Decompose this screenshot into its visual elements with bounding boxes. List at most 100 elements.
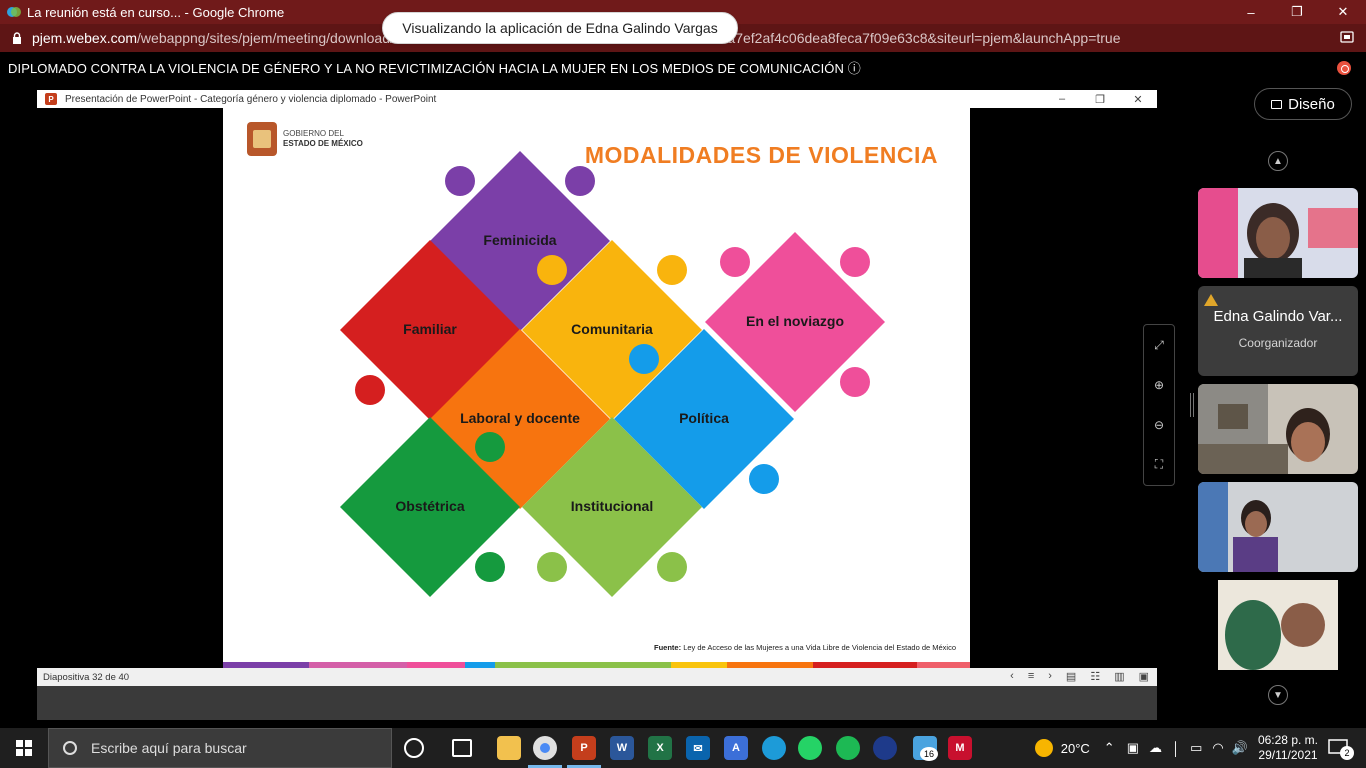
ppt-window-title: Presentación de PowerPoint - Categoría g… xyxy=(65,93,437,105)
puzzle-diagram: Feminicida Familiar Comunitaria En el novia… xyxy=(340,151,885,597)
app-count-badge: 16 xyxy=(920,747,938,761)
lock-icon xyxy=(13,32,21,44)
wifi-icon[interactable]: ◠ xyxy=(1212,740,1223,756)
slide-source: Fuente: Ley de Acceso de las Mujeres a u… xyxy=(654,643,956,652)
participant-4-video-icon xyxy=(1198,482,1358,572)
notes-icon[interactable]: ≡ xyxy=(1028,670,1034,683)
warning-icon xyxy=(1204,294,1218,306)
participant-video-1[interactable] xyxy=(1198,188,1358,278)
layout-button[interactable]: Diseño xyxy=(1254,88,1352,120)
cast-icon[interactable] xyxy=(1340,31,1354,43)
search-icon xyxy=(63,741,77,755)
scroll-down-icon[interactable]: ▼ xyxy=(1268,685,1288,705)
volume-icon[interactable]: 🔊 xyxy=(1232,740,1248,756)
puzzle-piece-label: Laboral y docente xyxy=(460,410,580,426)
windows-start-icon[interactable] xyxy=(0,728,48,768)
battery-icon[interactable]: ▭ xyxy=(1190,740,1202,756)
edge-icon[interactable] xyxy=(762,736,786,760)
participant-3-video-icon xyxy=(1198,384,1358,474)
temperature: 20°C xyxy=(1060,740,1090,756)
scroll-up-icon[interactable]: ▲ xyxy=(1268,151,1288,171)
prev-slide-icon[interactable]: ‹ xyxy=(1010,670,1014,683)
slideshow-icon[interactable]: ▣ xyxy=(1139,670,1149,683)
slide: GOBIERNO DEL ESTADO DE MÉXICO MODALIDADE… xyxy=(223,108,970,668)
shared-app-window: P Presentación de PowerPoint - Categoría… xyxy=(37,90,1157,720)
puzzle-piece-label: Feminicida xyxy=(483,232,556,248)
participant-video-4[interactable] xyxy=(1198,482,1358,572)
participant-1-video-icon xyxy=(1198,188,1358,278)
taskbar-search-placeholder: Escribe aquí para buscar xyxy=(91,740,247,756)
tray-expand-icon[interactable]: ⌃ xyxy=(1104,740,1115,756)
ppt-title-bar: P Presentación de PowerPoint - Categoría… xyxy=(37,90,1157,108)
source-text: Ley de Acceso de las Mujeres a una Vida … xyxy=(683,643,956,652)
participant-role: Coorganizador xyxy=(1238,336,1318,350)
taskbar-search-box[interactable]: Escribe aquí para buscar xyxy=(48,728,392,768)
participant-video-3[interactable] xyxy=(1198,384,1358,474)
zoom-out-icon[interactable]: ⊖ xyxy=(1154,418,1164,432)
clock-date: 29/11/2021 xyxy=(1258,748,1318,762)
excel-icon[interactable]: X xyxy=(648,736,672,760)
notification-icon[interactable]: 2 xyxy=(1328,736,1356,760)
url-host: pjem.webex.com xyxy=(32,30,138,46)
participant-tile-edna[interactable]: Edna Galindo Var... Coorganizador xyxy=(1198,286,1358,376)
participant-5-video-icon xyxy=(1198,580,1358,670)
puzzle-piece-label: Institucional xyxy=(571,498,653,514)
puzzle-piece-label: Familiar xyxy=(403,321,457,337)
participant-video-5[interactable] xyxy=(1198,580,1358,670)
reading-view-icon[interactable]: ▥ xyxy=(1114,670,1124,683)
normal-view-icon[interactable]: ▤ xyxy=(1066,670,1076,683)
panel-resize-handle[interactable] xyxy=(1190,393,1194,417)
puzzle-piece-label: En el noviazgo xyxy=(746,313,844,329)
mail-icon[interactable]: ✉ xyxy=(686,736,710,760)
camera-icon[interactable]: ▣ xyxy=(1127,740,1139,756)
recording-icon xyxy=(1337,61,1351,75)
ppt-restore-icon[interactable]: ❐ xyxy=(1081,90,1119,108)
clock[interactable]: 06:28 p. m. 29/11/2021 xyxy=(1258,733,1318,763)
zoom-toolbar: ⤢ ⊕ ⊖ ⛶ xyxy=(1143,324,1175,486)
word-icon[interactable]: W xyxy=(610,736,634,760)
participant-name: Edna Galindo Var... xyxy=(1213,308,1343,325)
whatsapp-icon[interactable] xyxy=(798,736,822,760)
next-slide-icon[interactable]: › xyxy=(1048,670,1052,683)
app-icon-blue[interactable] xyxy=(873,736,897,760)
clock-time: 06:28 p. m. xyxy=(1257,733,1318,747)
webex-icon xyxy=(7,7,21,17)
minimize-icon[interactable]: – xyxy=(1228,0,1274,24)
spotify-icon[interactable] xyxy=(836,736,860,760)
weather-sun-icon[interactable] xyxy=(1034,739,1053,757)
browser-tab-title: La reunión está en curso... - Google Chr… xyxy=(27,4,285,20)
system-tray: 20°C ⌃ ▣ ☁ │ ▭ ◠ 🔊 06:28 p. m. 29/11/202… xyxy=(1034,728,1366,768)
cortana-icon[interactable] xyxy=(404,738,424,758)
layout-icon xyxy=(1271,99,1283,109)
ppt-bottom-area xyxy=(37,686,1157,720)
microphone-icon[interactable]: │ xyxy=(1172,741,1180,756)
meeting-title: DIPLOMADO CONTRA LA VIOLENCIA DE GÉNERO … xyxy=(8,58,861,77)
ppt-close-icon[interactable]: ✕ xyxy=(1119,90,1157,108)
powerpoint-taskbar-icon[interactable]: P xyxy=(572,736,596,760)
adobe-icon[interactable]: A xyxy=(724,736,748,760)
close-icon[interactable]: ✕ xyxy=(1320,0,1366,24)
puzzle-piece-label: Comunitaria xyxy=(571,321,653,337)
ppt-status-bar: Diapositiva 32 de 40 ‹ ≡ › ▤ ☷ ▥ ▣ xyxy=(37,668,1157,686)
notification-badge: 2 xyxy=(1340,746,1354,760)
source-label: Fuente: xyxy=(654,643,682,652)
mcafee-icon[interactable]: M xyxy=(948,736,972,760)
puzzle-piece-label: Obstétrica xyxy=(395,498,464,514)
cloud-icon[interactable]: ☁ xyxy=(1149,740,1162,756)
powerpoint-icon: P xyxy=(45,93,57,105)
taskbar: Escribe aquí para buscar P W X ✉ A 16 M … xyxy=(0,728,1366,768)
expand-icon[interactable]: ⤢ xyxy=(1154,338,1164,353)
fullscreen-icon[interactable]: ⛶ xyxy=(1155,457,1163,472)
sorter-view-icon[interactable]: ☷ xyxy=(1090,670,1100,683)
sharing-notice: Visualizando la aplicación de Edna Galin… xyxy=(382,12,738,44)
zoom-in-icon[interactable]: ⊕ xyxy=(1154,378,1164,392)
puzzle-piece-label: Política xyxy=(679,410,729,426)
info-icon[interactable]: ⓘ xyxy=(848,61,861,76)
chrome-icon[interactable] xyxy=(533,736,557,760)
task-view-icon[interactable] xyxy=(452,739,472,757)
restore-icon[interactable]: ❐ xyxy=(1274,0,1320,24)
layout-button-label: Diseño xyxy=(1288,95,1335,113)
file-explorer-icon[interactable] xyxy=(497,736,521,760)
meeting-title-text: DIPLOMADO CONTRA LA VIOLENCIA DE GÉNERO … xyxy=(8,61,844,76)
ppt-minimize-icon[interactable]: – xyxy=(1043,90,1081,108)
